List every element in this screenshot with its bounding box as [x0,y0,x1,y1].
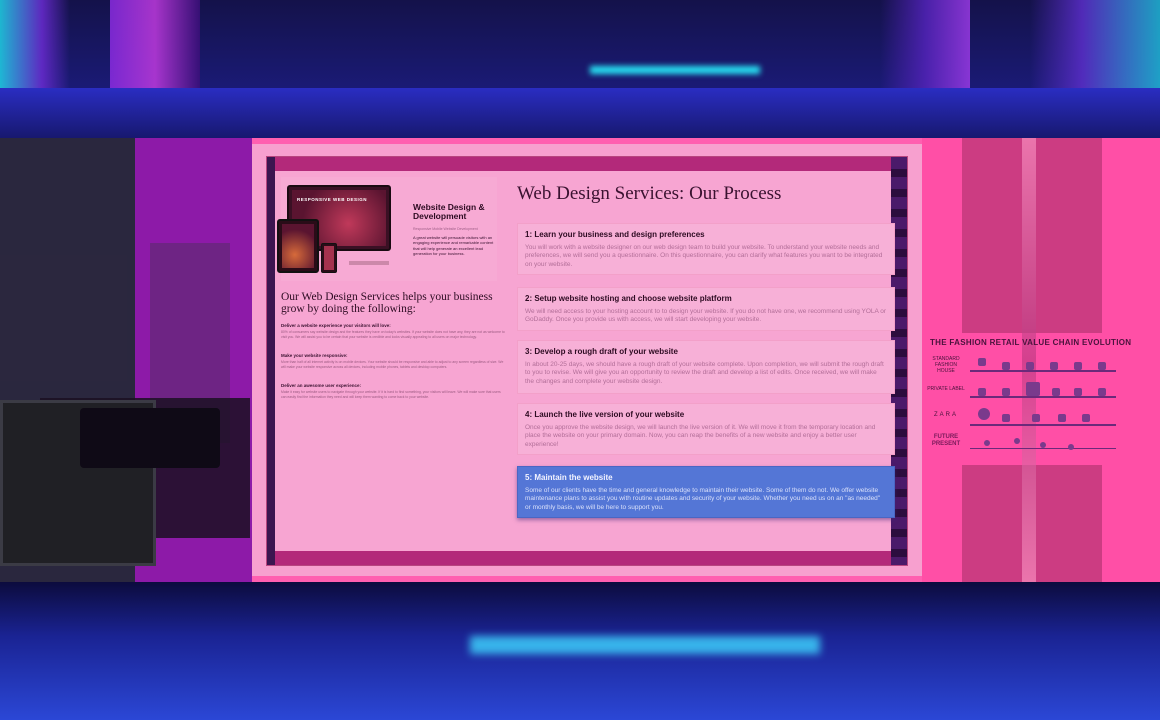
infographic-chain-line [970,370,1116,372]
webpage-window: RESPONSIVE WEB DESIGN Website Design & D… [252,138,922,582]
network-icon [1040,442,1046,448]
service-item-text: More than half of all internet activity … [281,360,504,369]
factory-icon [1002,388,1010,396]
webpage-frame: RESPONSIVE WEB DESIGN Website Design & D… [266,156,908,566]
truck-icon [1052,388,1060,396]
laptop-screen-text: RESPONSIVE WEB DESIGN [297,197,368,202]
process-step[interactable]: 2: Setup website hosting and choose webs… [517,287,895,331]
customer-icon [1098,362,1106,370]
process-step-body: Some of our clients have the time and ge… [525,487,881,511]
truck-icon [1050,362,1058,370]
service-item: Deliver a website experience your visito… [281,323,507,340]
warehouse-icon [1032,414,1040,422]
infographic-chain-line [970,424,1116,426]
window-top-edge [252,138,922,144]
tablet-mockup [277,219,319,273]
process-step-body: In about 20-25 days, we should have a ro… [525,361,884,385]
store-icon [1082,414,1090,422]
process-step[interactable]: 4: Launch the live version of your websi… [517,403,895,455]
infographic-row-label: PRIVATE LABEL [927,386,965,392]
window-bottom-edge [252,576,922,582]
truck-icon [1058,414,1066,422]
bulb-icon [978,388,986,396]
service-item: Deliver an awesome user experience: Make… [281,383,507,400]
process-step-body: You will work with a website designer on… [525,244,883,268]
customer-icon [1098,388,1106,396]
network-icon [1068,444,1074,450]
process-step-body: Once you approve the website design, we … [525,424,876,448]
floor-light [470,636,820,654]
process-step[interactable]: 1: Learn your business and design prefer… [517,223,895,275]
people-icon [978,408,990,420]
services-heading: Our Web Design Services helps your busin… [281,291,493,316]
promo-text: A great website will persuade visitors w… [413,235,494,257]
infographic-row-label: ZARA [933,412,958,418]
process-step-title: 1: Learn your business and design prefer… [525,230,705,239]
infographic-row-label: FUTURE PRESENT [931,434,961,448]
infographic-glow [1022,138,1036,582]
desk-setup-photo [0,138,252,582]
process-step-active[interactable]: 5: Maintain the website Some of our clie… [517,466,895,518]
factory-icon [1002,414,1010,422]
ceiling-light [590,66,760,74]
service-item: Make your website responsive: More than … [281,353,507,370]
laptop-stand [349,261,389,265]
factory-icon [1002,362,1010,370]
process-step-body: We will need access to your hosting acco… [525,308,887,324]
infographic-panel: THE FASHION RETAIL VALUE CHAIN EVOLUTION… [922,138,1160,582]
process-title: Web Design Services: Our Process [517,183,782,204]
process-step-title: 3: Develop a rough draft of your website [525,347,678,356]
infographic-title: THE FASHION RETAIL VALUE CHAIN EVOLUTION [930,338,1132,347]
frame-left-border [267,157,275,565]
network-icon [984,440,990,446]
service-item-title: Make your website responsive: [281,353,348,358]
process-step[interactable]: 3: Develop a rough draft of your website… [517,340,895,394]
promo-title: Website Design & Development [413,202,485,221]
infographic-chain-line [970,396,1116,398]
store-icon [1074,388,1082,396]
service-item-text: 80% of consumers say website design and … [281,330,505,339]
infographic-row-label: STANDARD FASHION HOUSE [932,356,960,374]
service-item-title: Deliver an awesome user experience: [281,383,362,388]
service-item-title: Deliver a website experience your visito… [281,323,391,328]
process-step-title: 5: Maintain the website [525,473,613,482]
frame-bottom-bar [267,551,907,565]
warehouse-icon [1026,362,1034,370]
warehouse-icon [1026,382,1040,396]
promo-subtitle: Responsive Mobile Website Development [413,227,478,231]
network-icon [1014,438,1020,444]
ceiling-band [0,88,1160,138]
promo-card: RESPONSIVE WEB DESIGN Website Design & D… [277,177,497,281]
process-step-title: 2: Setup website hosting and choose webs… [525,294,732,303]
store-icon [1074,362,1082,370]
frame-top-bar [267,157,907,171]
infographic-chain-line [970,448,1116,449]
bulb-icon [978,358,986,366]
service-item-text: Make it easy for website users to naviga… [281,390,501,399]
process-step-title: 4: Launch the live version of your websi… [525,410,685,419]
phone-mockup [321,243,337,273]
photo-keyboard [80,408,220,468]
